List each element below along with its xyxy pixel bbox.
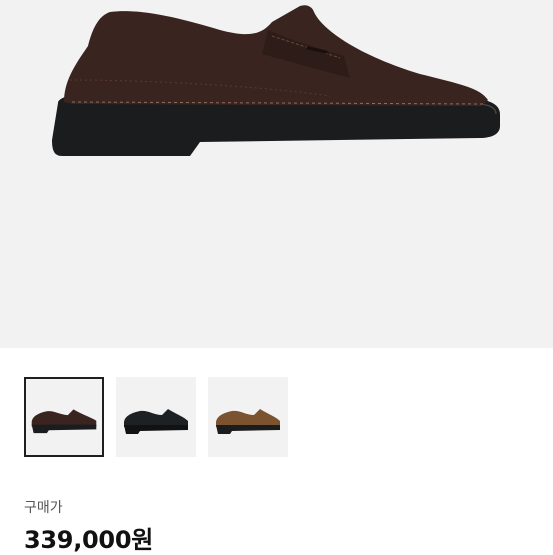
price-value: 339,000원 bbox=[24, 526, 153, 554]
loafer-image bbox=[52, 5, 500, 156]
product-thumbnail-1[interactable] bbox=[24, 377, 104, 457]
loafer-image bbox=[31, 409, 97, 434]
product-main-image bbox=[0, 0, 553, 348]
loafer-image bbox=[216, 409, 280, 434]
price-label: 구매가 bbox=[24, 500, 63, 516]
product-thumbnail-3[interactable] bbox=[208, 377, 288, 457]
product-thumbnail-2[interactable] bbox=[116, 377, 196, 457]
loafer-image bbox=[124, 409, 188, 434]
